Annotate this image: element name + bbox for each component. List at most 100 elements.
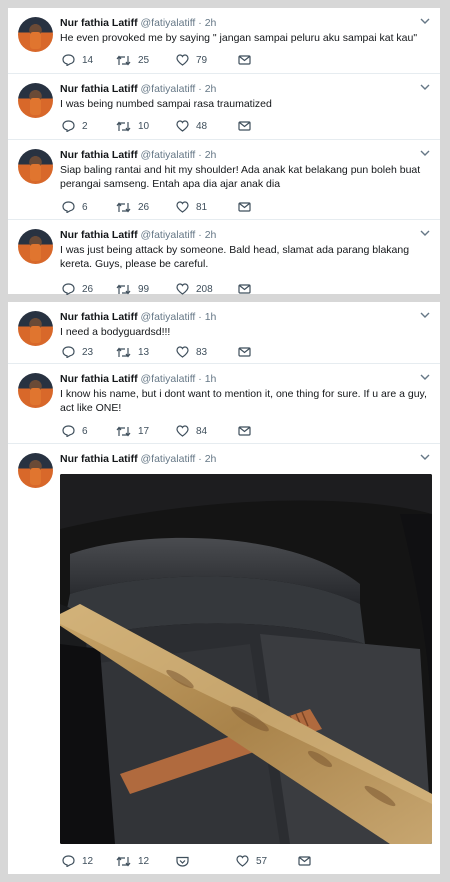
direct-message-button[interactable] [238,347,258,357]
like-button[interactable]: 57 [236,855,298,867]
retweet-count: 10 [138,120,150,132]
like-count: 79 [196,54,208,66]
retweet-button[interactable]: 26 [116,202,176,213]
author-name[interactable]: Nur fathia Latiff [60,373,138,385]
avatar[interactable] [18,373,53,408]
chevron-down-icon[interactable] [420,16,430,28]
car-seat-photo [60,474,432,844]
reply-count: 14 [82,54,94,66]
author-name[interactable]: Nur fathia Latiff [60,311,138,323]
avatar[interactable] [18,311,53,346]
like-button[interactable]: 48 [176,120,238,132]
avatar[interactable] [18,453,53,488]
author-name[interactable]: Nur fathia Latiff [60,229,138,241]
like-button[interactable]: 208 [176,283,238,295]
timestamp[interactable]: 2h [205,149,217,161]
tweet-card[interactable]: Nur fathia Latiff @fatiyalatiff · 2h Sia… [8,140,440,220]
timestamp[interactable]: 2h [205,453,217,465]
author-name[interactable]: Nur fathia Latiff [60,149,138,161]
tweet-card[interactable]: Nur fathia Latiff @fatiyalatiff · 2h He … [8,8,440,74]
reply-button[interactable]: 6 [62,425,116,437]
retweet-icon [116,856,131,867]
direct-message-button[interactable] [238,55,258,65]
retweet-count: 99 [138,283,150,295]
timestamp[interactable]: 1h [205,311,217,323]
direct-message-icon [238,347,251,357]
retweet-button[interactable]: 12 [116,856,176,867]
tweet-photo[interactable] [60,474,432,844]
timestamp[interactable]: 2h [205,229,217,241]
chevron-down-icon[interactable] [420,148,430,160]
reply-count: 12 [82,855,94,867]
like-button[interactable]: 84 [176,425,238,437]
tweet-card[interactable]: Nur fathia Latiff @fatiyalatiff · 1h I n… [8,302,440,364]
chevron-down-icon[interactable] [420,228,430,240]
reply-icon [62,346,75,358]
timestamp[interactable]: 1h [205,373,217,385]
retweet-count: 12 [138,855,150,867]
retweet-icon [116,121,131,132]
tweet-actions: 12 12 57 [62,854,318,868]
tweet-actions: 2 10 48 [62,119,258,133]
chevron-down-icon[interactable] [420,452,430,464]
chevron-down-icon[interactable] [420,82,430,94]
like-icon [176,120,189,132]
separator: · [198,373,202,385]
chevron-down-icon[interactable] [420,372,430,384]
reply-button[interactable]: 23 [62,346,116,358]
timestamp[interactable]: 2h [205,17,217,29]
retweet-icon [116,55,131,66]
like-count: 83 [196,346,208,358]
like-icon [236,855,249,867]
analytics-button[interactable] [176,856,236,867]
tweet-actions: 23 13 83 [62,345,258,359]
author-handle[interactable]: @fatiyalatiff [141,453,196,465]
retweet-button[interactable]: 99 [116,284,176,295]
author-handle[interactable]: @fatiyalatiff [141,373,196,385]
like-button[interactable]: 81 [176,201,238,213]
direct-message-button[interactable] [238,121,258,131]
avatar[interactable] [18,83,53,118]
avatar[interactable] [18,17,53,52]
avatar[interactable] [18,149,53,184]
tweet-header: Nur fathia Latiff @fatiyalatiff · 2h [60,17,216,29]
author-name[interactable]: Nur fathia Latiff [60,17,138,29]
retweet-button[interactable]: 13 [116,347,176,358]
like-icon [176,425,189,437]
like-icon [176,283,189,295]
reply-button[interactable]: 6 [62,201,116,213]
tweet-card[interactable]: Nur fathia Latiff @fatiyalatiff · 2h I w… [8,220,440,295]
reply-button[interactable]: 14 [62,54,116,66]
like-button[interactable]: 83 [176,346,238,358]
retweet-button[interactable]: 17 [116,426,176,437]
like-count: 57 [256,855,268,867]
author-name[interactable]: Nur fathia Latiff [60,83,138,95]
author-handle[interactable]: @fatiyalatiff [141,311,196,323]
avatar[interactable] [18,229,53,264]
tweet-card[interactable]: Nur fathia Latiff @fatiyalatiff · 2h I w… [8,74,440,140]
author-name[interactable]: Nur fathia Latiff [60,453,138,465]
reply-button[interactable]: 26 [62,283,116,295]
author-handle[interactable]: @fatiyalatiff [141,149,196,161]
author-handle[interactable]: @fatiyalatiff [141,229,196,241]
reply-button[interactable]: 2 [62,120,116,132]
retweet-button[interactable]: 10 [116,121,176,132]
direct-message-button[interactable] [238,202,258,212]
direct-message-button[interactable] [238,284,258,294]
like-button[interactable]: 79 [176,54,238,66]
direct-message-button[interactable] [298,856,318,866]
direct-message-button[interactable] [238,426,258,436]
reply-count: 23 [82,346,94,358]
author-handle[interactable]: @fatiyalatiff [141,83,196,95]
timeline-panel-top: Nur fathia Latiff @fatiyalatiff · 2h He … [8,8,440,295]
chevron-down-icon[interactable] [420,310,430,322]
author-handle[interactable]: @fatiyalatiff [141,17,196,29]
timestamp[interactable]: 2h [205,83,217,95]
tweet-card[interactable]: Nur fathia Latiff @fatiyalatiff · 2h 12 … [8,444,440,874]
tweet-text: Siap baling rantai and hit my shoulder! … [60,164,421,190]
retweet-button[interactable]: 25 [116,55,176,66]
tweet-text: I was just being attack by someone. Bald… [60,244,410,270]
reply-button[interactable]: 12 [62,855,116,867]
direct-message-icon [298,856,311,866]
tweet-card[interactable]: Nur fathia Latiff @fatiyalatiff · 1h I k… [8,364,440,444]
